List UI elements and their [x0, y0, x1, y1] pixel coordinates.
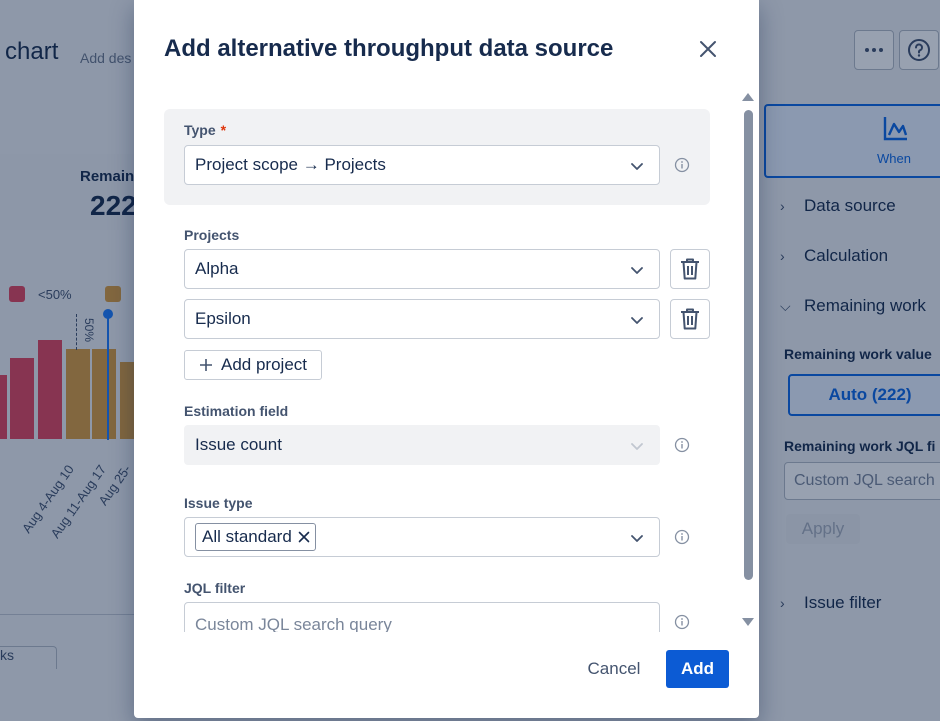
chevron-down-icon: [631, 163, 643, 170]
type-select-value: Project scope → Projects: [195, 155, 386, 174]
info-icon[interactable]: [674, 529, 690, 545]
issue-type-select[interactable]: All standard: [184, 517, 660, 557]
info-icon[interactable]: [674, 614, 690, 630]
add-project-label: Add project: [221, 355, 307, 374]
delete-project-button[interactable]: [670, 299, 710, 339]
jql-filter-input[interactable]: Custom JQL search query: [184, 602, 660, 632]
estimation-field-label: Estimation field: [184, 403, 289, 419]
chevron-down-icon: [631, 317, 643, 324]
add-project-button[interactable]: Add project: [184, 350, 322, 380]
plus-icon: [200, 359, 212, 371]
modal-body[interactable]: Type * Project scope → Projects Projects …: [134, 96, 759, 632]
info-icon[interactable]: [674, 157, 690, 173]
project-select-alpha[interactable]: Alpha: [184, 249, 660, 289]
estimation-field-select: Issue count: [184, 425, 660, 465]
scrollbar-thumb[interactable]: [744, 110, 753, 580]
type-select[interactable]: Project scope → Projects: [184, 145, 660, 185]
trash-icon: [681, 258, 699, 280]
close-icon: [700, 41, 716, 57]
issue-type-chip: All standard: [195, 523, 316, 551]
chevron-down-icon: [631, 267, 643, 274]
projects-label: Projects: [184, 227, 240, 243]
scroll-down-arrow[interactable]: [742, 618, 754, 626]
info-icon[interactable]: [674, 437, 690, 453]
trash-icon: [681, 308, 699, 330]
close-icon[interactable]: [298, 531, 310, 543]
required-marker: *: [220, 122, 227, 138]
close-button[interactable]: [695, 36, 721, 62]
add-data-source-modal: Add alternative throughput data source T…: [134, 0, 759, 718]
jql-filter-label: JQL filter: [184, 580, 246, 596]
chevron-down-icon: [631, 535, 643, 542]
issue-type-chip-label: All standard: [202, 527, 292, 546]
modal-title: Add alternative throughput data source: [164, 35, 614, 62]
delete-project-button[interactable]: [670, 249, 710, 289]
scroll-up-arrow[interactable]: [742, 93, 754, 101]
project-select-epsilon[interactable]: Epsilon: [184, 299, 660, 339]
project-select-value: Epsilon: [195, 309, 251, 328]
project-select-value: Alpha: [195, 259, 239, 278]
type-label: Type *: [184, 122, 227, 138]
estimation-field-value: Issue count: [195, 435, 282, 454]
issue-type-label: Issue type: [184, 495, 253, 511]
cancel-button[interactable]: Cancel: [575, 650, 653, 688]
add-button[interactable]: Add: [666, 650, 729, 688]
chevron-down-icon: [631, 443, 643, 450]
